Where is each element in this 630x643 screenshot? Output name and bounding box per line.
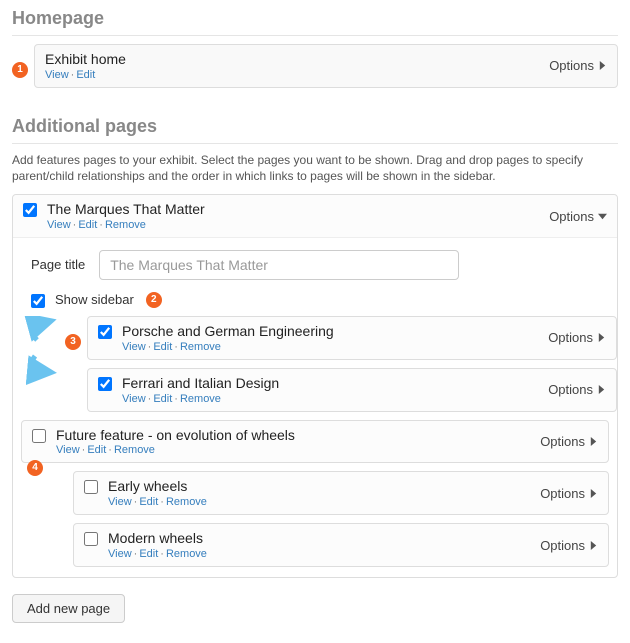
- ferrari-title: Ferrari and Italian Design: [122, 375, 279, 392]
- future-view-link[interactable]: View: [56, 444, 80, 456]
- future-checkbox[interactable]: [32, 429, 46, 443]
- ferrari-remove-link[interactable]: Remove: [180, 393, 221, 405]
- annotation-bullet-2: 2: [146, 292, 162, 308]
- top-page-container: The Marques That Matter View·Edit·Remove…: [12, 194, 618, 578]
- ferrari-edit-link[interactable]: Edit: [153, 393, 172, 405]
- chevron-right-icon: [598, 61, 607, 70]
- top-page-checkbox[interactable]: [23, 203, 37, 217]
- show-sidebar-label: Show sidebar: [55, 292, 134, 307]
- ferrari-options-button[interactable]: Options: [548, 382, 606, 397]
- early-card[interactable]: Early wheels View·Edit·Remove Options: [73, 471, 609, 515]
- ferrari-view-link[interactable]: View: [122, 393, 146, 405]
- modern-card[interactable]: Modern wheels View·Edit·Remove Options: [73, 523, 609, 567]
- porsche-remove-link[interactable]: Remove: [180, 341, 221, 353]
- future-options-button[interactable]: Options: [540, 434, 598, 449]
- porsche-checkbox[interactable]: [98, 325, 112, 339]
- homepage-heading: Homepage: [12, 4, 618, 36]
- porsche-card[interactable]: Porsche and German Engineering View·Edit…: [87, 316, 617, 360]
- modern-edit-link[interactable]: Edit: [139, 548, 158, 560]
- modern-options-button[interactable]: Options: [540, 538, 598, 553]
- porsche-options-button[interactable]: Options: [548, 330, 606, 345]
- top-edit-link[interactable]: Edit: [78, 219, 97, 231]
- porsche-edit-link[interactable]: Edit: [153, 341, 172, 353]
- annotation-bullet-3: 3: [65, 334, 81, 350]
- early-remove-link[interactable]: Remove: [166, 496, 207, 508]
- annotation-bullet-4: 4: [27, 460, 43, 476]
- home-options-button[interactable]: Options: [549, 58, 607, 73]
- add-new-page-button[interactable]: Add new page: [12, 594, 125, 623]
- future-edit-link[interactable]: Edit: [87, 444, 106, 456]
- home-title: Exhibit home: [45, 51, 126, 68]
- home-view-link[interactable]: View: [45, 69, 69, 81]
- page-title-input[interactable]: [99, 250, 459, 280]
- ferrari-card[interactable]: Ferrari and Italian Design View·Edit·Rem…: [87, 368, 617, 412]
- top-options-button[interactable]: Options: [549, 209, 607, 224]
- early-checkbox[interactable]: [84, 480, 98, 494]
- chevron-right-icon: [589, 437, 598, 446]
- home-edit-link[interactable]: Edit: [76, 69, 95, 81]
- future-card[interactable]: Future feature - on evolution of wheels …: [21, 420, 609, 464]
- top-page-card: The Marques That Matter View·Edit·Remove…: [13, 195, 617, 238]
- early-options-button[interactable]: Options: [540, 486, 598, 501]
- reorder-arrows-icon: [23, 316, 67, 386]
- top-remove-link[interactable]: Remove: [105, 219, 146, 231]
- early-edit-link[interactable]: Edit: [139, 496, 158, 508]
- chevron-right-icon: [589, 541, 598, 550]
- chevron-down-icon: [598, 212, 607, 221]
- additional-description: Add features pages to your exhibit. Sele…: [12, 152, 618, 184]
- chevron-right-icon: [597, 333, 606, 342]
- ferrari-checkbox[interactable]: [98, 377, 112, 391]
- early-view-link[interactable]: View: [108, 496, 132, 508]
- annotation-bullet-1: 1: [12, 62, 28, 78]
- modern-checkbox[interactable]: [84, 532, 98, 546]
- future-title: Future feature - on evolution of wheels: [56, 427, 295, 444]
- early-title: Early wheels: [108, 478, 207, 495]
- additional-heading: Additional pages: [12, 112, 618, 144]
- page-title-label: Page title: [31, 257, 85, 272]
- top-view-link[interactable]: View: [47, 219, 71, 231]
- top-page-title: The Marques That Matter: [47, 201, 205, 218]
- chevron-right-icon: [589, 489, 598, 498]
- modern-view-link[interactable]: View: [108, 548, 132, 560]
- home-card: Exhibit home View·Edit Options: [34, 44, 618, 88]
- porsche-title: Porsche and German Engineering: [122, 323, 334, 340]
- chevron-right-icon: [597, 385, 606, 394]
- future-remove-link[interactable]: Remove: [114, 444, 155, 456]
- show-sidebar-checkbox[interactable]: [31, 294, 45, 308]
- porsche-view-link[interactable]: View: [122, 341, 146, 353]
- modern-remove-link[interactable]: Remove: [166, 548, 207, 560]
- modern-title: Modern wheels: [108, 530, 207, 547]
